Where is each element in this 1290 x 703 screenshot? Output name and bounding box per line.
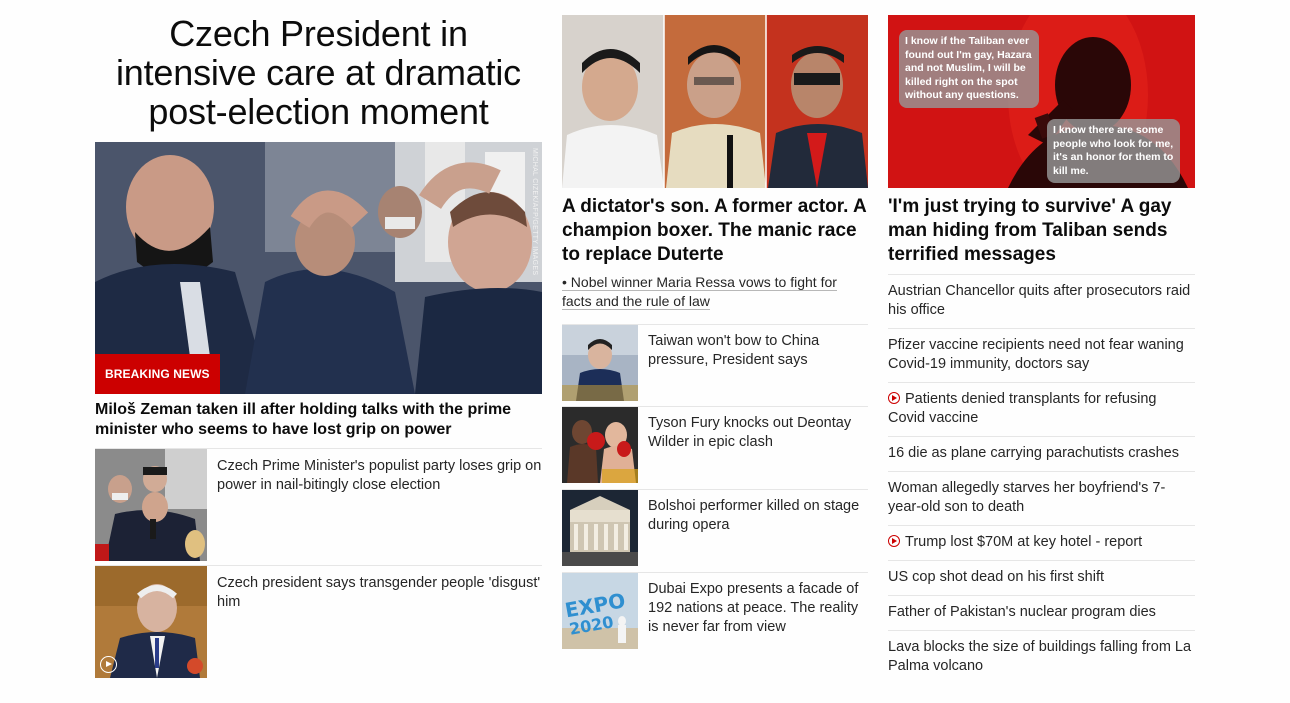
video-icon [888, 535, 900, 547]
lead-image[interactable] [562, 15, 868, 188]
item-link[interactable]: US cop shot dead on his first shift [888, 569, 1104, 585]
thumbnail[interactable] [95, 449, 207, 561]
item-link[interactable]: Taiwan won't bow to China pressure, Pres… [648, 332, 870, 370]
item-link[interactable]: Dubai Expo presents a facade of 192 nati… [648, 580, 870, 637]
headline-list: Austrian Chancellor quits after prosecut… [888, 274, 1195, 684]
message-bubble: I know there are some people who look fo… [1047, 119, 1180, 183]
related-link[interactable]: • Nobel winner Maria Ressa vows to fight… [562, 273, 868, 311]
item-link[interactable]: Woman allegedly starves her boyfriend's … [888, 480, 1165, 515]
thumbnail[interactable] [562, 325, 638, 401]
list-item[interactable]: Father of Pakistan's nuclear program die… [888, 595, 1195, 630]
list-item[interactable]: EXPO 2020 Dubai Expo presents a facade o… [562, 572, 868, 649]
item-link[interactable]: Trump lost $70M at key hotel - report [905, 534, 1142, 550]
play-icon[interactable] [100, 656, 117, 673]
lead-image[interactable]: I know if the Taliban ever found out I'm… [888, 15, 1195, 188]
item-link[interactable]: 16 die as plane carrying parachutists cr… [888, 445, 1179, 461]
thumbnail[interactable] [562, 407, 638, 483]
list-item[interactable]: Trump lost $70M at key hotel - report [888, 525, 1195, 560]
item-link[interactable]: Patients denied transplants for refusing… [888, 391, 1156, 426]
item-link[interactable]: Father of Pakistan's nuclear program die… [888, 604, 1156, 620]
list-item[interactable]: Czech president says transgender people … [95, 565, 542, 678]
item-link[interactable]: Czech Prime Minister's populist party lo… [217, 457, 542, 495]
list-item[interactable]: Pfizer vaccine recipients need not fear … [888, 328, 1195, 382]
main-headline-link[interactable]: Czech President in intensive care at dra… [95, 14, 542, 131]
item-link[interactable]: Austrian Chancellor quits after prosecut… [888, 283, 1190, 318]
video-icon [888, 392, 900, 404]
item-link[interactable]: Lava blocks the size of buildings fallin… [888, 639, 1191, 674]
list-item[interactable]: Tyson Fury knocks out Deontay Wilder in … [562, 406, 868, 483]
hero-caption-link[interactable]: Miloš Zeman taken ill after holding talk… [95, 400, 542, 440]
headline-link[interactable]: A dictator's son. A former actor. A cham… [562, 195, 868, 267]
item-link[interactable]: Bolshoi performer killed on stage during… [648, 497, 870, 535]
list-item[interactable]: Lava blocks the size of buildings fallin… [888, 630, 1195, 684]
list-item[interactable]: Patients denied transplants for refusing… [888, 382, 1195, 436]
item-link[interactable]: Czech president says transgender people … [217, 574, 542, 612]
item-link[interactable]: Pfizer vaccine recipients need not fear … [888, 337, 1184, 372]
breaking-news-badge: BREAKING NEWS [95, 354, 220, 394]
headline-link[interactable]: 'I'm just trying to survive' A gay man h… [888, 195, 1195, 267]
list-item[interactable]: US cop shot dead on his first shift [888, 560, 1195, 595]
message-bubble: I know if the Taliban ever found out I'm… [899, 30, 1039, 108]
thumbnail[interactable]: EXPO 2020 [562, 573, 638, 649]
item-link[interactable]: Tyson Fury knocks out Deontay Wilder in … [648, 414, 870, 452]
related-link-text[interactable]: • Nobel winner Maria Ressa vows to fight… [562, 274, 837, 310]
list-item[interactable]: Austrian Chancellor quits after prosecut… [888, 274, 1195, 328]
list-item[interactable]: Czech Prime Minister's populist party lo… [95, 448, 542, 561]
thumbnail[interactable] [562, 490, 638, 566]
list-item[interactable]: Bolshoi performer killed on stage during… [562, 489, 868, 566]
list-item[interactable]: Taiwan won't bow to China pressure, Pres… [562, 324, 868, 401]
list-item[interactable]: Woman allegedly starves her boyfriend's … [888, 471, 1195, 525]
photo-credit: MICHAL CIZEK/AFP/GETTY IMAGES [531, 148, 538, 276]
hero-image[interactable]: MICHAL CIZEK/AFP/GETTY IMAGES BREAKING N… [95, 142, 542, 394]
list-item[interactable]: 16 die as plane carrying parachutists cr… [888, 436, 1195, 471]
